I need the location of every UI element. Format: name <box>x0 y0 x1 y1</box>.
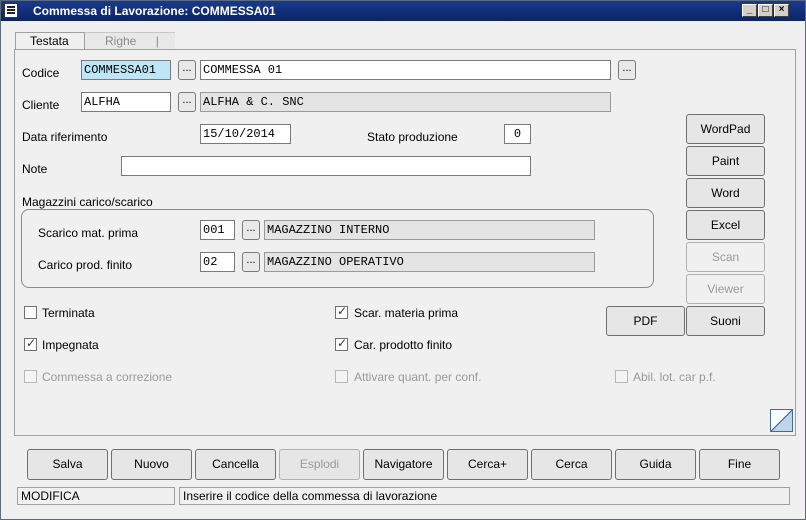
correzione-label: Commessa a correzione <box>42 370 173 384</box>
tab-testata[interactable]: Testata <box>15 32 85 50</box>
note-label: Note <box>22 162 48 176</box>
cliente-label: Cliente <box>22 98 60 112</box>
wordpad-button[interactable]: WordPad <box>686 114 765 144</box>
cliente-description: ALFHA & C. SNC <box>200 92 611 112</box>
cancella-button[interactable]: Cancella <box>195 449 276 480</box>
correzione-checkbox[interactable] <box>24 370 37 383</box>
scar-materia-label: Scar. materia prima <box>354 306 459 320</box>
main-window: Commessa di Lavorazione: COMMESSA01 _ □ … <box>0 0 806 520</box>
impegnata-checkbox[interactable] <box>24 336 37 351</box>
codice-browse-button[interactable]: ... <box>178 60 196 80</box>
terminata-checkbox[interactable] <box>24 306 37 319</box>
paint-button[interactable]: Paint <box>686 146 765 176</box>
impegnata-label: Impegnata <box>42 338 99 352</box>
app-icon <box>4 3 18 18</box>
attivare-label: Attivare quant. per conf. <box>354 370 482 384</box>
scarico-browse-button[interactable]: ... <box>242 220 260 240</box>
scan-button[interactable]: Scan <box>686 242 765 272</box>
data-riferimento-label: Data riferimento <box>22 130 108 144</box>
car-prodotto-checkbox[interactable] <box>335 336 348 351</box>
stato-produzione-input[interactable]: 0 <box>504 124 531 144</box>
cliente-input[interactable]: ALFHA <box>81 92 171 112</box>
maximize-icon[interactable]: □ <box>758 4 773 17</box>
codice-desc-browse-button[interactable]: ... <box>618 60 636 80</box>
carico-description: MAGAZZINO OPERATIVO <box>264 252 595 272</box>
scar-materia-checkbox[interactable] <box>335 304 348 319</box>
cerca-button[interactable]: Cerca <box>531 449 612 480</box>
stato-produzione-label: Stato produzione <box>367 130 458 144</box>
minimize-icon[interactable]: _ <box>742 4 757 17</box>
abil-lot-label: Abil. lot. car p.f. <box>633 370 716 384</box>
tab-righe[interactable]: Righe | <box>85 32 175 50</box>
scarico-description: MAGAZZINO INTERNO <box>264 220 595 240</box>
status-mode: MODIFICA <box>17 487 175 505</box>
suoni-button[interactable]: Suoni <box>686 306 765 336</box>
data-riferimento-input[interactable]: 15/10/2014 <box>200 124 291 144</box>
excel-button[interactable]: Excel <box>686 210 765 240</box>
fine-button[interactable]: Fine <box>699 449 780 480</box>
tab-righe-label: Righe <box>105 34 137 48</box>
scarico-code-input[interactable]: 001 <box>200 220 235 240</box>
window-title: Commessa di Lavorazione: COMMESSA01 <box>33 4 276 18</box>
magazzini-title: Magazzini carico/scarico <box>22 195 153 209</box>
carico-browse-button[interactable]: ... <box>242 252 260 272</box>
navigatore-button[interactable]: Navigatore <box>363 449 444 480</box>
title-bar: Commessa di Lavorazione: COMMESSA01 _ □ … <box>1 1 805 21</box>
nuovo-button[interactable]: Nuovo <box>111 449 192 480</box>
cerca-plus-button[interactable]: Cerca+ <box>447 449 528 480</box>
page-corner-icon[interactable] <box>770 409 793 432</box>
car-prodotto-label: Car. prodotto finito <box>354 338 453 352</box>
note-input[interactable] <box>121 156 531 176</box>
codice-description-input[interactable]: COMMESSA 01 <box>200 60 611 80</box>
carico-label: Carico prod. finito <box>38 258 133 272</box>
terminata-label: Terminata <box>42 306 95 320</box>
pdf-button[interactable]: PDF <box>606 306 685 336</box>
guida-button[interactable]: Guida <box>615 449 696 480</box>
close-icon[interactable]: × <box>774 4 789 17</box>
carico-code-input[interactable]: 02 <box>200 252 235 272</box>
cliente-browse-button[interactable]: ... <box>178 92 196 112</box>
viewer-button[interactable]: Viewer <box>686 274 765 304</box>
attivare-checkbox[interactable] <box>335 370 348 383</box>
tab-separator: | <box>155 34 159 48</box>
codice-label: Codice <box>22 66 60 80</box>
scarico-label: Scarico mat. prima <box>38 226 139 240</box>
status-message: Inserire il codice della commessa di lav… <box>179 487 790 505</box>
word-button[interactable]: Word <box>686 178 765 208</box>
esplodi-button[interactable]: Esplodi <box>279 449 360 480</box>
abil-lot-checkbox[interactable] <box>615 370 628 383</box>
codice-input[interactable]: COMMESSA01 <box>81 60 171 80</box>
salva-button[interactable]: Salva <box>27 449 108 480</box>
